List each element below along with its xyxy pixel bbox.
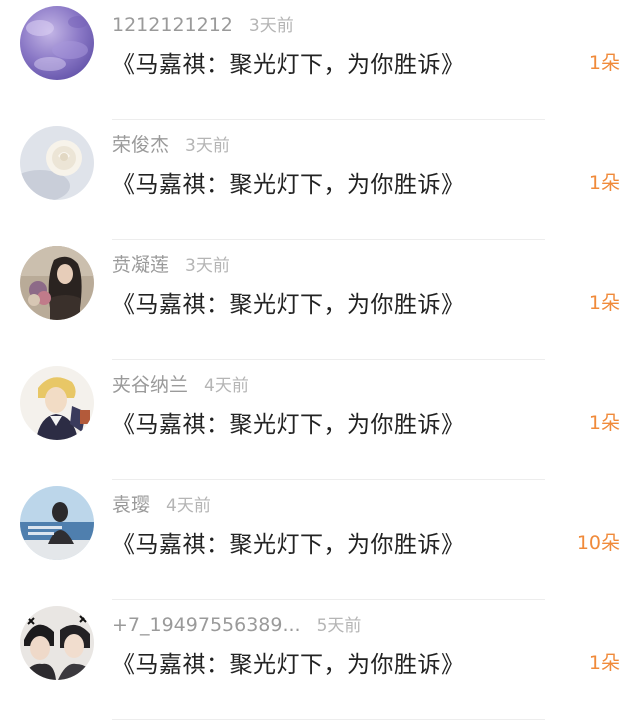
purple-marble-avatar-icon[interactable] [20, 6, 94, 80]
user-name[interactable]: +7_19497556389... [112, 614, 301, 636]
comment-message: 《马嘉祺：聚光灯下，为你胜诉》 [112, 52, 465, 78]
anime-character-avatar-icon[interactable] [20, 366, 94, 440]
flower-count: 10朵 [576, 532, 620, 554]
comment-time: 4天前 [166, 496, 211, 516]
comment-meta: 贲凝莲 3天前 [112, 252, 230, 278]
comment-message: 《马嘉祺：聚光灯下，为你胜诉》 [112, 412, 465, 438]
comment-row[interactable]: 袁璎 4天前 《马嘉祺：聚光灯下，为你胜诉》 10朵 [0, 480, 640, 600]
comment-message: 《马嘉祺：聚光灯下，为你胜诉》 [112, 532, 465, 558]
user-name[interactable]: 贲凝莲 [112, 254, 169, 276]
comment-meta: 夹谷纳兰 4天前 [112, 372, 249, 398]
comment-message: 《马嘉祺：聚光灯下，为你胜诉》 [112, 292, 465, 318]
flower-count: 1朵 [588, 172, 620, 194]
comment-meta: 袁璎 4天前 [112, 492, 211, 518]
comment-time: 3天前 [185, 136, 230, 156]
flower-count: 1朵 [588, 52, 620, 74]
comment-meta: 荣俊杰 3天前 [112, 132, 230, 158]
seaside-girl-avatar-icon[interactable] [20, 486, 94, 560]
comment-time: 4天前 [204, 376, 249, 396]
comment-message: 《马嘉祺：聚光灯下，为你胜诉》 [112, 652, 465, 678]
comment-time: 3天前 [248, 16, 294, 36]
comment-message: 《马嘉祺：聚光灯下，为你胜诉》 [112, 172, 465, 198]
user-name[interactable]: 1212121212 [112, 14, 233, 36]
comment-row[interactable]: 1212121212 3天前 《马嘉祺：聚光灯下，为你胜诉》 1朵 [0, 0, 640, 120]
comment-time: 3天前 [185, 256, 230, 276]
flower-count: 1朵 [588, 652, 620, 674]
comment-time: 5天前 [316, 616, 362, 636]
white-rose-avatar-icon[interactable] [20, 126, 94, 200]
user-name[interactable]: 袁璎 [112, 494, 150, 516]
comment-row[interactable]: 贲凝莲 3天前 《马嘉祺：聚光灯下，为你胜诉》 1朵 [0, 240, 640, 360]
flower-count: 1朵 [588, 412, 620, 434]
comment-meta: 1212121212 3天前 [112, 12, 294, 38]
comment-row[interactable]: 荣俊杰 3天前 《马嘉祺：聚光灯下，为你胜诉》 1朵 [0, 120, 640, 240]
user-name[interactable]: 荣俊杰 [112, 134, 169, 156]
comment-list: 1212121212 3天前 《马嘉祺：聚光灯下，为你胜诉》 1朵 荣俊杰 3天前 … [0, 0, 640, 720]
couple-photo-avatar-icon[interactable] [20, 606, 94, 680]
comment-meta: +7_19497556389... 5天前 [112, 612, 361, 638]
flower-count: 1朵 [588, 292, 620, 314]
girl-with-flowers-avatar-icon[interactable] [20, 246, 94, 320]
comment-row[interactable]: +7_19497556389... 5天前 《马嘉祺：聚光灯下，为你胜诉》 1朵 [0, 600, 640, 720]
user-name[interactable]: 夹谷纳兰 [112, 374, 188, 396]
comment-row[interactable]: 夹谷纳兰 4天前 《马嘉祺：聚光灯下，为你胜诉》 1朵 [0, 360, 640, 480]
